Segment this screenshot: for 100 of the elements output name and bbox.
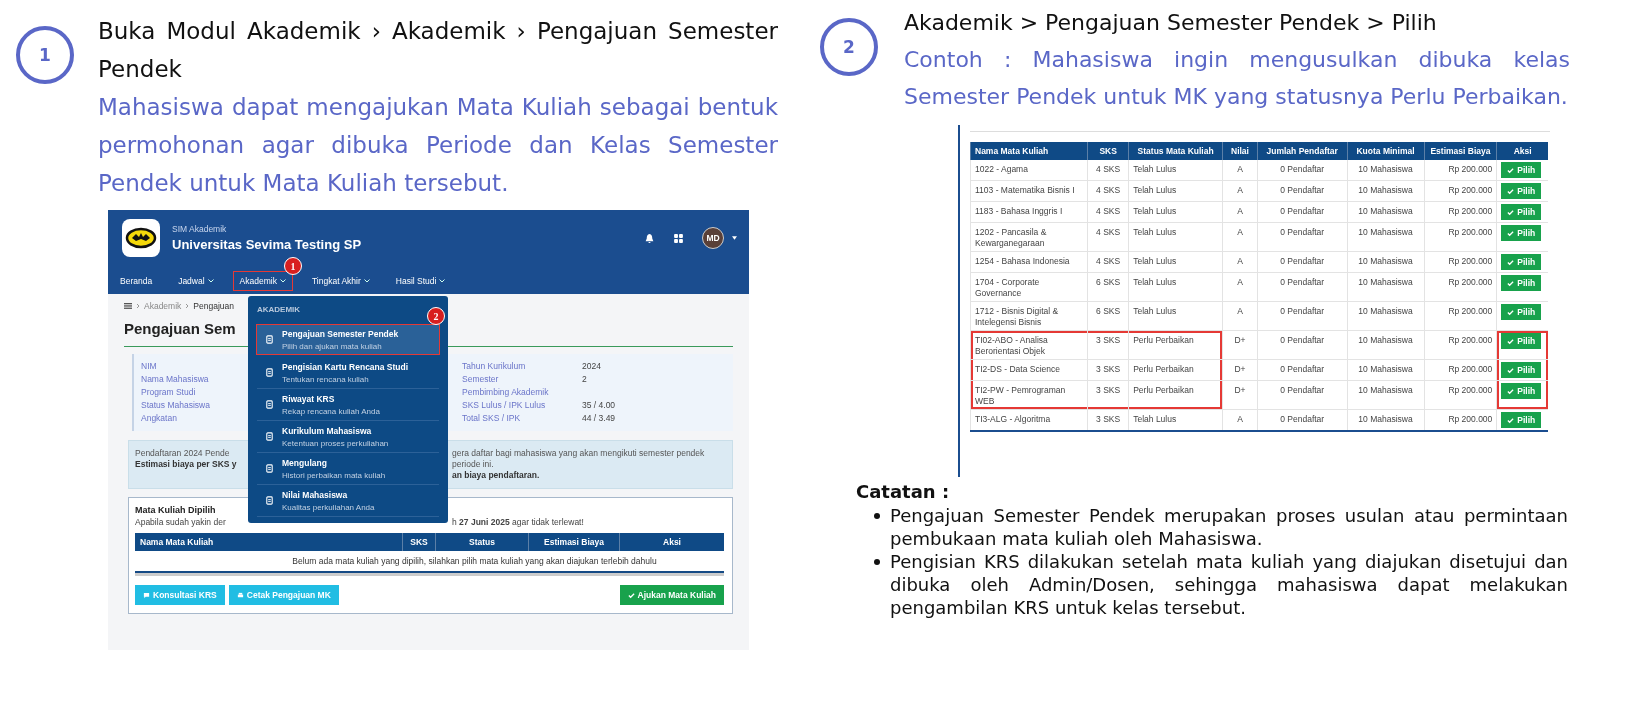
table-cell: 0 Pendaftar	[1257, 160, 1348, 181]
profile-value: 35 / 4.00	[582, 399, 616, 412]
breadcrumb-item[interactable]: Akademik	[144, 301, 182, 311]
table-cell: 3 SKS	[1087, 359, 1129, 381]
table-cell: Perlu Perbaikan	[1128, 380, 1223, 410]
document-icon	[265, 335, 274, 344]
table-cell: Rp 200.000	[1424, 201, 1497, 223]
check-icon	[1507, 308, 1515, 316]
select-button[interactable]: Pilih	[1501, 204, 1542, 220]
app-label: SIM Akademik	[172, 224, 228, 234]
select-button[interactable]: Pilih	[1501, 183, 1542, 199]
column-header: Status Mata Kuliah	[1128, 142, 1223, 160]
table-cell: Telah Lulus	[1128, 272, 1223, 302]
table-cell: TI3-ALG - Algoritma	[970, 409, 1088, 431]
bell-icon[interactable]	[644, 232, 655, 244]
table-cell: 1103 - Matematika Bisnis I	[970, 180, 1088, 202]
nav-item[interactable]: Akademik	[233, 272, 292, 290]
menu-item[interactable]: Nilai Mahasiswa Kualitas perkuliahan Anda	[257, 485, 439, 517]
check-icon	[1507, 166, 1515, 174]
select-button[interactable]: Pilih	[1501, 333, 1542, 349]
table-cell: TI2-PW - Pemrograman WEB	[970, 380, 1088, 410]
card-note: h 27 Juni 2025 agar tidak terlewat!	[452, 517, 585, 527]
table-cell: 0 Pendaftar	[1257, 272, 1348, 302]
table-cell: A	[1222, 222, 1258, 252]
note-text: Pengisian KRS dilakukan setelah mata kuliah yang diajukan disetujui dan dibuka oleh Admin/Dosen, sehingga mahasiswa dapat melakukan pengambilan KRS untuk kelas tersebut.	[890, 550, 1568, 619]
user-avatar[interactable]: MD	[702, 227, 724, 249]
breadcrumb-item[interactable]: Pengajuan	[193, 301, 234, 311]
notes-title: Catatan :	[856, 481, 951, 502]
table-cell: 10 Mahasiswa	[1347, 409, 1425, 431]
table-cell: D+	[1222, 380, 1258, 410]
action-button[interactable]: Cetak Pengajuan MK	[228, 585, 339, 605]
table-cell: Telah Lulus	[1128, 409, 1223, 431]
menu-item[interactable]: Pengajuan Semester Pendek Pilih dan ajukan mata kuliah	[257, 325, 439, 354]
table-cell: 1712 - Bisnis Digital & Intelegensi Bisnis	[970, 301, 1088, 331]
profile-value: 44 / 3.49	[582, 412, 616, 425]
column-header: SKS	[402, 533, 435, 551]
table-cell: Rp 200.000	[1424, 301, 1497, 331]
table-cell: 10 Mahasiswa	[1347, 359, 1425, 381]
table-cell: 0 Pendaftar	[1257, 222, 1348, 252]
document-icon	[265, 432, 274, 441]
table-cell: 0 Pendaftar	[1257, 359, 1348, 381]
select-button[interactable]: Pilih	[1501, 225, 1542, 241]
table-cell: 3 SKS	[1087, 409, 1129, 431]
table-cell: Rp 200.000	[1424, 251, 1497, 273]
step-title: Buka Modul Akademik › Akademik › Pengajuan Semester Pendek	[98, 17, 778, 84]
nav-item[interactable]: Hasil Studi	[389, 272, 452, 290]
table-cell: A	[1222, 201, 1258, 223]
table-cell: Rp 200.000	[1424, 180, 1497, 202]
table-cell: Telah Lulus	[1128, 201, 1223, 223]
table-cell: 4 SKS	[1087, 222, 1129, 252]
profile-label: Tahun Kurikulum	[462, 360, 527, 373]
check-icon	[1507, 187, 1515, 195]
column-header: Aksi	[619, 533, 724, 551]
chevron-icon	[185, 303, 190, 309]
nav-item[interactable]: Jadwal	[172, 272, 220, 290]
menu-item[interactable]: Mengulang Histori perbaikan mata kuliah	[257, 453, 439, 485]
column-header: Jumlah Pendaftar	[1257, 142, 1348, 160]
check-icon	[1507, 337, 1515, 345]
table-cell: A	[1222, 180, 1258, 202]
action-button[interactable]: Ajukan Mata Kuliah	[619, 585, 724, 605]
table-cell: Perlu Perbaikan	[1128, 359, 1223, 381]
select-button[interactable]: Pilih	[1501, 412, 1542, 428]
table-cell: Rp 200.000	[1424, 160, 1497, 181]
select-button[interactable]: Pilih	[1501, 254, 1542, 270]
select-button[interactable]: Pilih	[1501, 304, 1542, 320]
table-cell: Rp 200.000	[1424, 380, 1497, 410]
menu-item[interactable]: Pengisian Kartu Rencana Studi Tentukan rencana kuliah	[257, 357, 439, 389]
nav-item[interactable]: Beranda	[114, 272, 159, 290]
select-button[interactable]: Pilih	[1501, 162, 1542, 178]
table-cell: 3 SKS	[1087, 380, 1129, 410]
menu-item[interactable]: Kurikulum Mahasiswa Ketentuan proses perkuliahan	[257, 421, 439, 453]
column-header: Kuota Minimal	[1347, 142, 1425, 160]
table-cell: 0 Pendaftar	[1257, 301, 1348, 331]
nav-item[interactable]: Tingkat Akhir	[305, 272, 376, 290]
chevron-icon	[136, 303, 140, 309]
empty-table-message: Belum ada mata kuliah yang dipilih, silahkan pilih mata kuliah yang akan diajukan terlebih dahulu	[291, 555, 658, 568]
page-title: Pengajuan Sem	[124, 320, 236, 337]
document-icon	[265, 368, 274, 377]
check-icon	[1507, 366, 1515, 374]
chat-icon	[143, 591, 150, 599]
card-note: Apabila sudah yakin der	[135, 517, 227, 527]
profile-label: Pembimbing Akademik	[462, 386, 550, 399]
check-icon	[1507, 258, 1515, 266]
menu-icon[interactable]	[124, 303, 132, 309]
table-cell: 0 Pendaftar	[1257, 251, 1348, 273]
table-cell: A	[1222, 251, 1258, 273]
table-cell: A	[1222, 301, 1258, 331]
table-cell: 0 Pendaftar	[1257, 201, 1348, 223]
select-button[interactable]: Pilih	[1501, 383, 1542, 399]
check-icon	[1507, 229, 1515, 237]
table-cell: 10 Mahasiswa	[1347, 251, 1425, 273]
grid-icon[interactable]	[673, 232, 684, 244]
action-button[interactable]: Konsultasi KRS	[135, 585, 225, 605]
select-button[interactable]: Pilih	[1501, 362, 1542, 378]
select-button[interactable]: Pilih	[1501, 275, 1542, 291]
alert-text: gera daftar bagi mahasiswa yang akan mengikuti semester pendek periode ini.	[452, 448, 706, 470]
table-cell: 4 SKS	[1087, 201, 1129, 223]
table-cell: Telah Lulus	[1128, 180, 1223, 202]
menu-item[interactable]: Riwayat KRS Rekap rencana kuliah Anda	[257, 389, 439, 421]
step-title: Akademik > Pengajuan Semester Pendek > Pilih	[904, 9, 1438, 37]
